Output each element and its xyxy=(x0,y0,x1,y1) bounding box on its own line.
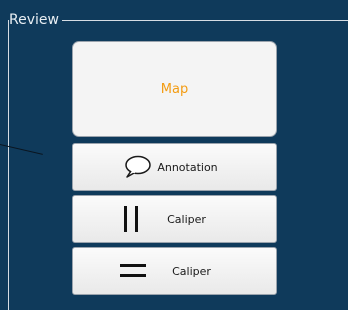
review-panel: Review Map Annotation Caliper Caliper xyxy=(0,0,348,310)
annotation-button-label: Annotation xyxy=(157,160,218,174)
horizontal-caliper-button-label: Caliper xyxy=(172,264,211,278)
horizontal-caliper-icon xyxy=(118,261,148,281)
horizontal-caliper-button[interactable]: Caliper xyxy=(72,247,277,295)
vertical-caliper-button[interactable]: Caliper xyxy=(72,195,277,243)
speech-bubble-icon xyxy=(123,155,153,179)
map-button[interactable]: Map xyxy=(72,41,277,137)
annotation-button[interactable]: Annotation xyxy=(72,143,277,191)
vertical-caliper-icon xyxy=(121,204,141,234)
map-button-label: Map xyxy=(160,81,189,97)
vertical-caliper-button-label: Caliper xyxy=(167,212,206,226)
review-group-title: Review xyxy=(9,10,62,30)
